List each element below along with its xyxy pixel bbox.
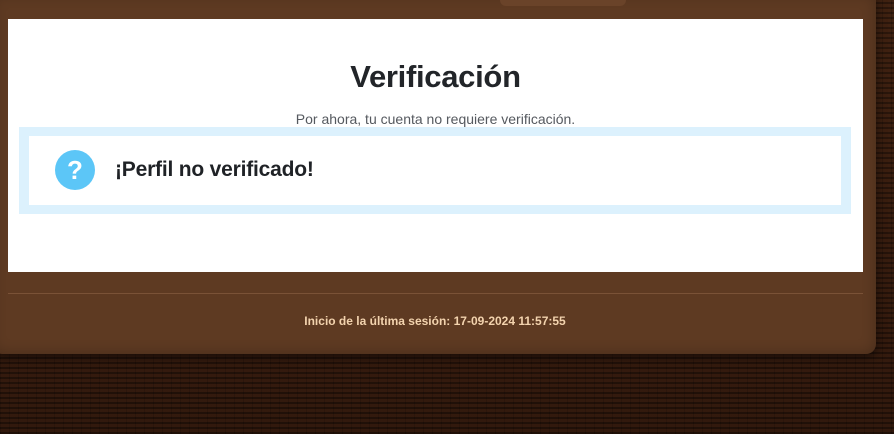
verification-card: Verificación Por ahora, tu cuenta no req… — [8, 19, 863, 272]
page-title: Verificación — [350, 59, 521, 94]
verification-status-alert: ? ¡Perfil no verificado! — [19, 127, 851, 214]
alert-message: ¡Perfil no verificado! — [115, 158, 314, 181]
panel-top-tab — [500, 0, 626, 6]
alert-content: ? ¡Perfil no verificado! — [29, 136, 841, 205]
question-circle-icon: ? — [55, 150, 95, 190]
last-login-info: Inicio de la última sesión: 17-09-2024 1… — [304, 314, 566, 328]
verification-subtitle: Por ahora, tu cuenta no requiere verific… — [295, 111, 576, 127]
footer-divider — [8, 293, 863, 294]
